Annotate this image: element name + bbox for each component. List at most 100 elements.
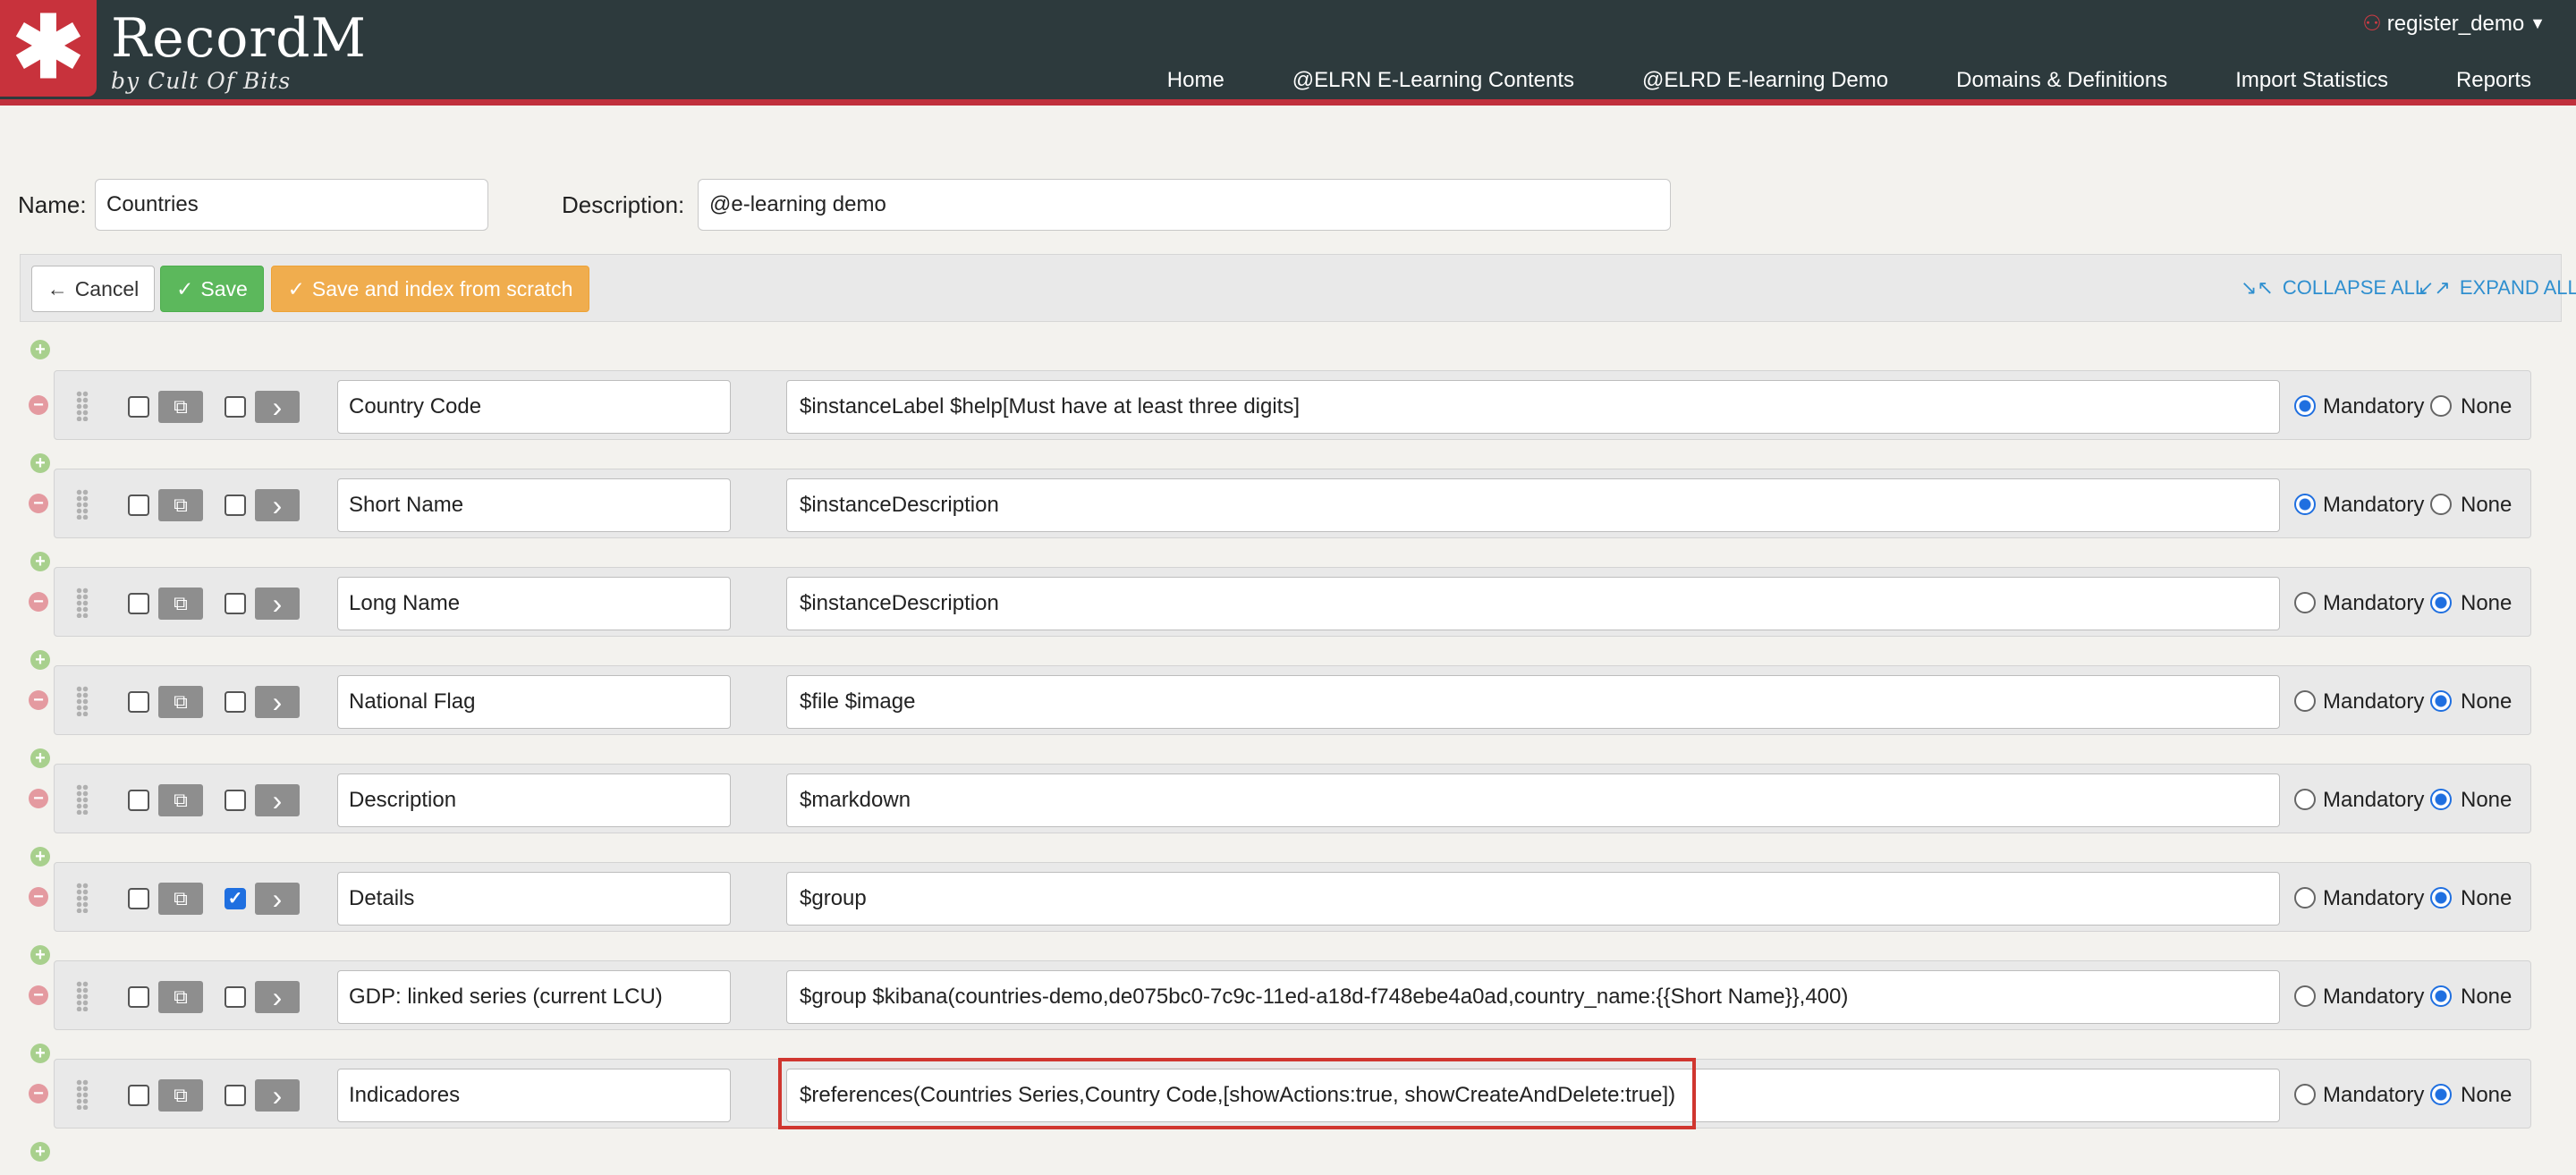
none-radio[interactable]	[2430, 690, 2452, 712]
field-name-input[interactable]: Details	[337, 872, 731, 926]
drag-handle-icon[interactable]	[76, 1079, 89, 1110]
field-name-input[interactable]: Description	[337, 773, 731, 827]
user-menu[interactable]: ⚇ register_demo ▼	[2362, 11, 2546, 37]
add-field-icon[interactable]: +	[30, 552, 50, 571]
drag-handle-icon[interactable]	[76, 588, 89, 618]
drag-handle-icon[interactable]	[76, 391, 89, 421]
collapse-all-button[interactable]: ↘↖ COLLAPSE ALL	[2241, 276, 2426, 300]
nav-reports[interactable]: Reports	[2422, 68, 2565, 93]
none-radio[interactable]	[2430, 592, 2452, 613]
row-select-checkbox[interactable]	[128, 1085, 149, 1106]
mandatory-radio[interactable]	[2294, 494, 2316, 515]
add-field-icon[interactable]: +	[30, 340, 50, 359]
row-select-checkbox[interactable]	[128, 495, 149, 516]
duplicate-button[interactable]: ⧉	[158, 391, 203, 423]
mandatory-radio[interactable]	[2294, 985, 2316, 1007]
duplicate-button[interactable]: ⧉	[158, 784, 203, 816]
none-radio[interactable]	[2430, 789, 2452, 810]
add-field-icon[interactable]: +	[30, 847, 50, 866]
field-option-checkbox[interactable]	[225, 1085, 246, 1106]
drag-handle-icon[interactable]	[76, 981, 89, 1011]
expand-row-button[interactable]: ›	[255, 686, 300, 718]
expand-row-button[interactable]: ›	[255, 784, 300, 816]
cancel-button[interactable]: ← Cancel	[31, 266, 155, 312]
none-radio[interactable]	[2430, 985, 2452, 1007]
duplicate-button[interactable]: ⧉	[158, 1079, 203, 1112]
remove-field-icon[interactable]: −	[29, 789, 48, 808]
field-description-input[interactable]: $instanceLabel $help[Must have at least …	[786, 380, 2280, 434]
field-name-input[interactable]: GDP: linked series (current LCU)	[337, 970, 731, 1024]
none-radio[interactable]	[2430, 1084, 2452, 1105]
row-select-checkbox[interactable]	[128, 691, 149, 713]
field-option-checkbox[interactable]	[225, 495, 246, 516]
field-description-input[interactable]: $instanceDescription	[786, 478, 2280, 532]
brand-logo-icon[interactable]: ✱	[0, 0, 97, 97]
mandatory-radio[interactable]	[2294, 887, 2316, 909]
nav-elrd-demo[interactable]: @ELRD E-learning Demo	[1608, 68, 1922, 93]
row-select-checkbox[interactable]	[128, 888, 149, 909]
add-field-icon[interactable]: +	[30, 748, 50, 768]
duplicate-button[interactable]: ⧉	[158, 883, 203, 915]
row-select-checkbox[interactable]	[128, 986, 149, 1008]
drag-handle-icon[interactable]	[76, 784, 89, 815]
description-input[interactable]: @e-learning demo	[698, 179, 1671, 231]
field-description-input[interactable]: $file $image	[786, 675, 2280, 729]
expand-row-button[interactable]: ›	[255, 1079, 300, 1112]
row-select-checkbox[interactable]	[128, 396, 149, 418]
field-description-input[interactable]: $group $kibana(countries-demo,de075bc0-7…	[786, 970, 2280, 1024]
duplicate-button[interactable]: ⧉	[158, 981, 203, 1013]
mandatory-radio[interactable]	[2294, 690, 2316, 712]
none-radio[interactable]	[2430, 395, 2452, 417]
expand-row-button[interactable]: ›	[255, 883, 300, 915]
remove-field-icon[interactable]: −	[29, 592, 48, 612]
row-select-checkbox[interactable]	[128, 790, 149, 811]
duplicate-button[interactable]: ⧉	[158, 686, 203, 718]
field-name-input[interactable]: Country Code	[337, 380, 731, 434]
mandatory-radio[interactable]	[2294, 1084, 2316, 1105]
drag-handle-icon[interactable]	[76, 883, 89, 913]
remove-field-icon[interactable]: −	[29, 1084, 48, 1103]
mandatory-radio[interactable]	[2294, 592, 2316, 613]
expand-row-button[interactable]: ›	[255, 981, 300, 1013]
field-name-input[interactable]: Long Name	[337, 577, 731, 630]
field-option-checkbox[interactable]: ✓	[225, 888, 246, 909]
remove-field-icon[interactable]: −	[29, 985, 48, 1005]
drag-handle-icon[interactable]	[76, 686, 89, 716]
field-option-checkbox[interactable]	[225, 396, 246, 418]
save-button[interactable]: ✓ Save	[160, 266, 264, 312]
none-radio[interactable]	[2430, 494, 2452, 515]
expand-row-button[interactable]: ›	[255, 391, 300, 423]
nav-home[interactable]: Home	[1133, 68, 1258, 93]
expand-row-button[interactable]: ›	[255, 489, 300, 521]
save-and-index-button[interactable]: ✓ Save and index from scratch	[271, 266, 589, 312]
field-description-input[interactable]: $instanceDescription	[786, 577, 2280, 630]
remove-field-icon[interactable]: −	[29, 395, 48, 415]
add-field-icon[interactable]: +	[30, 1142, 50, 1162]
add-field-icon[interactable]: +	[30, 945, 50, 965]
drag-handle-icon[interactable]	[76, 489, 89, 520]
add-field-icon[interactable]: +	[30, 453, 50, 473]
expand-all-button[interactable]: ↙↗ EXPAND ALL	[2418, 276, 2576, 300]
field-name-input[interactable]: Indicadores	[337, 1069, 731, 1122]
add-field-icon[interactable]: +	[30, 1044, 50, 1063]
add-field-icon[interactable]: +	[30, 650, 50, 670]
field-option-checkbox[interactable]	[225, 790, 246, 811]
field-option-checkbox[interactable]	[225, 691, 246, 713]
field-description-input[interactable]: $references(Countries Series,Country Cod…	[786, 1069, 2280, 1122]
nav-domains-definitions[interactable]: Domains & Definitions	[1922, 68, 2201, 93]
field-description-input[interactable]: $group	[786, 872, 2280, 926]
field-name-input[interactable]: Short Name	[337, 478, 731, 532]
field-option-checkbox[interactable]	[225, 986, 246, 1008]
nav-elrn-contents[interactable]: @ELRN E-Learning Contents	[1258, 68, 1608, 93]
name-input[interactable]: Countries	[95, 179, 488, 231]
remove-field-icon[interactable]: −	[29, 887, 48, 907]
duplicate-button[interactable]: ⧉	[158, 489, 203, 521]
remove-field-icon[interactable]: −	[29, 690, 48, 710]
expand-row-button[interactable]: ›	[255, 588, 300, 620]
field-option-checkbox[interactable]	[225, 593, 246, 614]
none-radio[interactable]	[2430, 887, 2452, 909]
duplicate-button[interactable]: ⧉	[158, 588, 203, 620]
field-name-input[interactable]: National Flag	[337, 675, 731, 729]
nav-import-statistics[interactable]: Import Statistics	[2201, 68, 2422, 93]
mandatory-radio[interactable]	[2294, 395, 2316, 417]
